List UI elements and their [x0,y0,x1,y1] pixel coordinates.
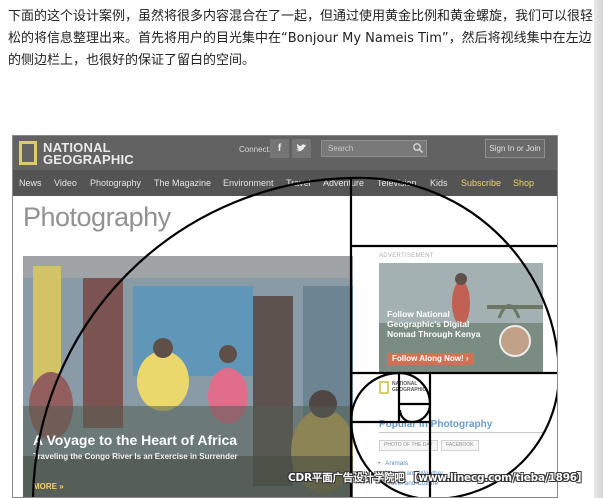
watermark-text: CDR平面广告设计学院吧 【www.linecg.com/tieba/1896】 [288,472,588,484]
popular-divider [379,432,543,433]
sidebar: ADVERTISEMENT Follow National Geographic… [373,251,549,497]
website-screenshot: NATIONAL GEOGRAPHIC Connect: f Search Si… [12,135,558,498]
logo-line-2: GEOGRAPHIC [43,152,134,167]
nav-item-environment[interactable]: Environment [223,178,274,188]
ad-follow-button[interactable]: Follow Along Now! › [387,353,474,365]
article-paragraph: 下面的这个设计案例，虽然将很多内容混合在了一起，但通过使用黄金比例和黄金螺旋，我… [8,9,594,68]
page-scroll-edge [594,0,603,498]
natgeo-logo[interactable]: NATIONAL GEOGRAPHIC [19,140,137,167]
nav-item-television[interactable]: Television [377,178,417,188]
ad-banner[interactable]: Follow National Geographic's Digital Nom… [379,263,543,373]
connect-label: Connect: [239,145,272,154]
nav-item-adventure[interactable]: Adventure [323,178,364,188]
logo-frame-icon [19,141,37,165]
hero-feature[interactable]: A Voyage to the Heart of Africa Travelin… [23,256,353,497]
nav-item-subscribe[interactable]: Subscribe [461,178,501,188]
popular-heading: Popular in Photography [379,419,493,430]
small-logo-line-2: GEOGRAPHIC [392,387,427,393]
nav-item-kids[interactable]: Kids [430,178,448,188]
nav-item-magazine[interactable]: The Magazine [154,178,211,188]
tab-photo-of-the-day[interactable]: PHOTO OF THE DAY [379,440,438,451]
nav-item-photography[interactable]: Photography [90,178,141,188]
signin-button[interactable]: Sign In or Join [485,139,545,158]
twitter-icon[interactable] [292,139,311,158]
page-title: Photography [23,202,171,232]
ad-avatar [499,325,531,357]
hero-title[interactable]: A Voyage to the Heart of Africa [33,432,237,448]
popular-link-animals[interactable]: Animals [378,460,408,467]
search-icon[interactable] [412,142,424,154]
tab-facebook[interactable]: FACEBOOK [441,440,479,451]
hero-subtitle: Traveling the Congo River Is an Exercise… [33,452,238,461]
site-header: NATIONAL GEOGRAPHIC Connect: f Search Si… [13,136,557,170]
ad-text: Follow National Geographic's Digital Nom… [387,309,481,339]
hero-photo [23,256,353,497]
ad-label: ADVERTISEMENT [379,253,434,259]
facebook-icon[interactable]: f [270,139,289,158]
nav-item-travel[interactable]: Travel [286,178,311,188]
hero-more-link[interactable]: MORE » [33,482,64,491]
main-nav: News Video Photography The Magazine Envi… [13,170,557,196]
nav-item-shop[interactable]: Shop [513,178,534,188]
logo-frame-icon [379,381,389,394]
nav-item-video[interactable]: Video [54,178,77,188]
nav-item-news[interactable]: News [19,178,42,188]
